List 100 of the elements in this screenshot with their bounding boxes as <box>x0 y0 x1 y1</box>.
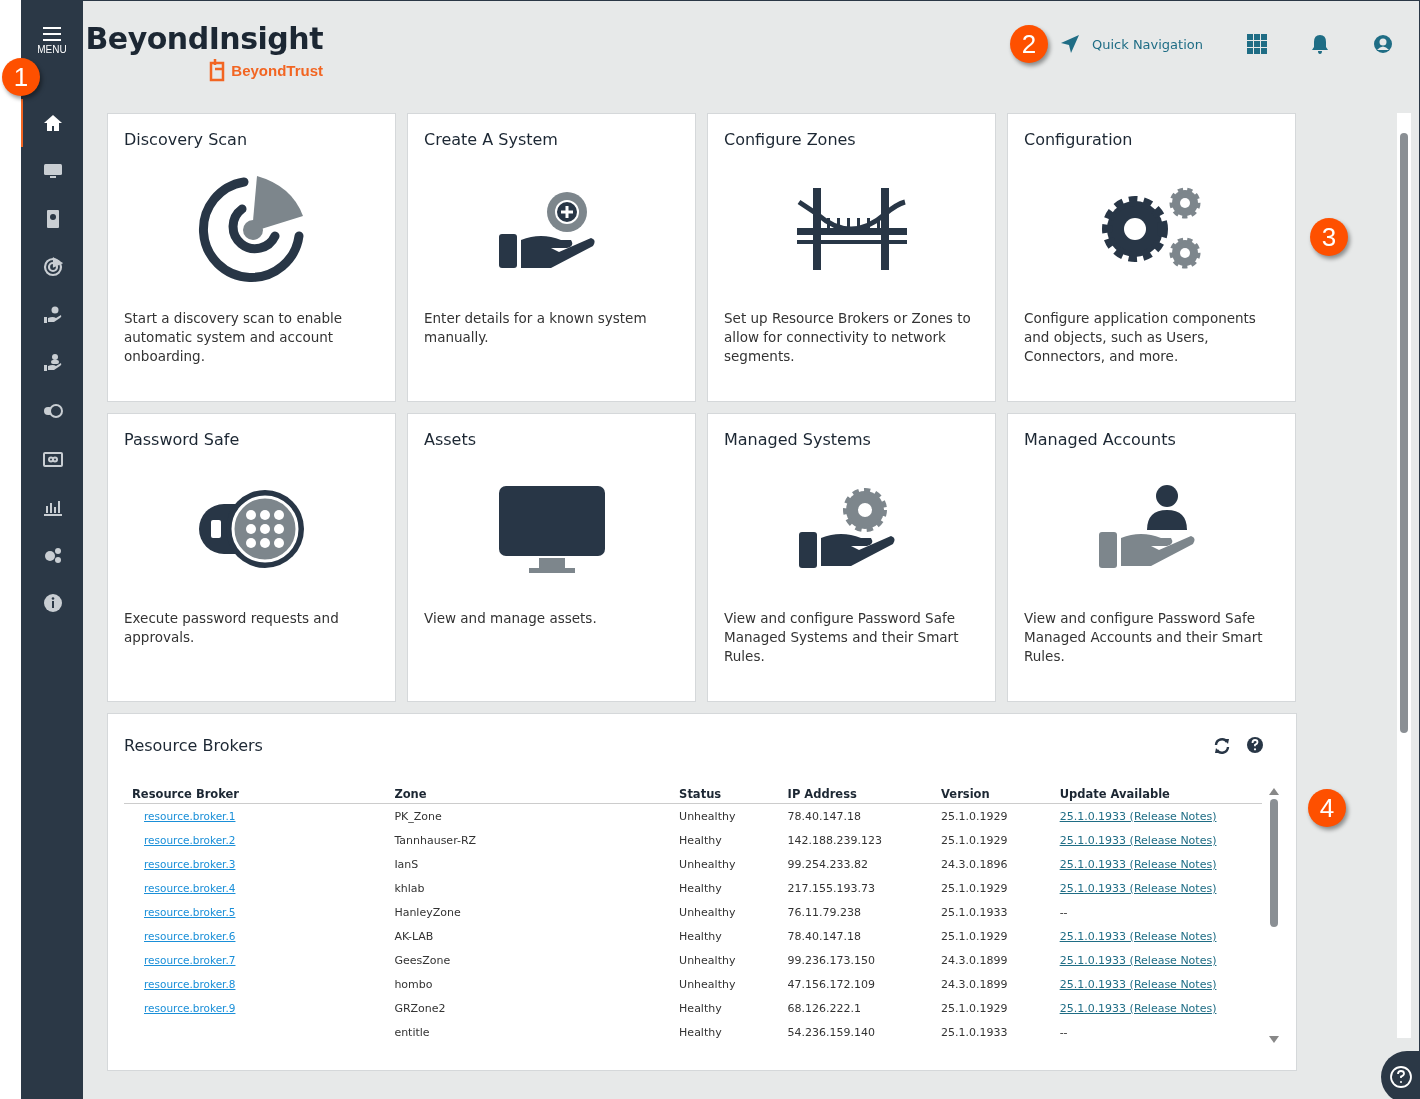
monitor-icon <box>43 161 63 181</box>
feature-card[interactable]: Assets View and manage assets. <box>407 413 696 702</box>
help-button[interactable] <box>1247 736 1263 755</box>
quick-navigation-link[interactable]: Quick Navigation <box>1060 34 1203 54</box>
card-description: Configure application components and objects, such as Users, Connectors, and more. <box>1024 309 1257 366</box>
card-description: Enter details for a known system manually. <box>424 309 648 347</box>
release-notes-link[interactable]: 25.1.0.1933 (Release Notes) <box>1059 1001 1217 1015</box>
broker-link[interactable]: resource.broker.1 <box>132 809 236 822</box>
table-cell-text: 99.254.233.82 <box>786 856 870 873</box>
monitor-icon <box>496 484 607 574</box>
table-cell-text: AK-LAB <box>393 928 435 945</box>
table-cell-text: 217.155.193.73 <box>786 880 877 897</box>
column-header: Resource Broker <box>124 787 387 804</box>
release-notes-link[interactable]: 25.1.0.1933 (Release Notes) <box>1059 881 1217 895</box>
broker-link[interactable]: resource.broker.5 <box>132 905 236 918</box>
release-notes-link[interactable]: 25.1.0.1933 (Release Notes) <box>1059 857 1217 871</box>
broker-link[interactable]: resource.broker.6 <box>132 929 236 942</box>
column-header: Zone <box>386 787 672 804</box>
apps-grid-button[interactable] <box>1247 34 1267 54</box>
navigation-arrow-icon <box>1060 34 1080 54</box>
hand-gear-icon <box>43 305 63 325</box>
table-cell-text: IanS <box>393 856 420 873</box>
table-cell-text: 24.3.0.1899 <box>940 952 1009 969</box>
feature-card[interactable]: Discovery Scan Start a discovery scan to enable automatic system and account onboarding. <box>107 113 396 402</box>
release-notes-link[interactable]: 25.1.0.1933 (Release Notes) <box>1059 977 1217 991</box>
table-cell-text: 24.3.0.1896 <box>940 856 1009 873</box>
scroll-down-icon[interactable] <box>1269 1036 1279 1044</box>
card-title: Password Safe <box>124 430 241 449</box>
refresh-button[interactable] <box>1213 736 1231 755</box>
card-description: View and configure Password Safe Managed Accounts and their Smart Rules. <box>1024 609 1264 666</box>
card-title: Managed Systems <box>724 430 872 449</box>
table-cell: Unhealthy <box>671 803 780 828</box>
table-cell-text: Healthy <box>678 880 723 897</box>
table-cell-text: Unhealthy <box>678 952 737 969</box>
feature-card[interactable]: Configure Zones Set up Resource Brokers or Zones to allow for connectivity to network segments. <box>707 113 996 402</box>
feature-card[interactable]: Managed Accounts View and configure Password Safe Managed Accounts and their Smart Rules. <box>1007 413 1296 702</box>
release-notes-link[interactable]: 25.1.0.1933 (Release Notes) <box>1059 833 1217 847</box>
table-cell-text: Unhealthy <box>678 856 737 873</box>
table-cell-text: 78.40.147.18 <box>786 928 863 945</box>
table-cell-text: khlab <box>393 880 426 897</box>
feature-card[interactable]: Password Safe Execute password requests and approvals. <box>107 413 396 702</box>
table-cell-text: 25.1.0.1929 <box>940 832 1009 849</box>
broker-link[interactable]: resource.broker.4 <box>132 881 236 894</box>
bell-icon <box>1311 34 1329 54</box>
table-cell-text: 99.236.173.150 <box>786 952 877 969</box>
help-chat-icon <box>1389 1065 1413 1089</box>
feature-card[interactable]: Configuration Configure application components and objects, such as Users, Connectors, and more. <box>1007 113 1296 402</box>
column-header: Status <box>671 787 780 804</box>
table-cell-text: -- <box>1058 904 1069 921</box>
table-cell-text: 54.236.159.140 <box>786 1024 877 1041</box>
page-scrollbar[interactable] <box>1397 113 1411 1038</box>
table-cell-text: GRZone2 <box>393 1000 447 1017</box>
column-header: Update Available <box>1051 787 1262 804</box>
menu-button[interactable]: MENU <box>37 26 67 55</box>
panel-title: Resource Brokers <box>124 736 263 755</box>
column-header: IP Address <box>779 787 934 804</box>
broker-link[interactable]: resource.broker.3 <box>132 857 236 870</box>
table-cell-text: 25.1.0.1929 <box>940 880 1009 897</box>
home-icon <box>43 113 63 133</box>
safe-icon <box>196 488 307 570</box>
broker-link[interactable]: resource.broker.9 <box>132 1001 236 1014</box>
notifications-button[interactable] <box>1311 34 1329 54</box>
table-cell-text: Unhealthy <box>678 904 737 921</box>
table-cell: PK_Zone <box>386 803 672 828</box>
table-cell-text: 142.188.239.123 <box>786 832 884 849</box>
info-icon <box>43 593 63 613</box>
table-cell-text: Healthy <box>678 832 723 849</box>
broker-link[interactable]: resource.broker.8 <box>132 977 236 990</box>
table-cell-text: Unhealthy <box>678 976 737 993</box>
card-description: View and configure Password Safe Managed Systems and their Smart Rules. <box>724 609 960 666</box>
table-cell-text: -- <box>1058 1024 1069 1041</box>
release-notes-link[interactable]: 25.1.0.1933 (Release Notes) <box>1059 809 1217 823</box>
vault-icon <box>43 449 63 469</box>
radar-icon <box>43 257 63 277</box>
callout-marker: 1 <box>2 58 40 96</box>
table-cell-text: 25.1.0.1933 <box>940 904 1009 921</box>
table-cell: 78.40.147.18 <box>779 803 934 828</box>
release-notes-link[interactable]: 25.1.0.1933 (Release Notes) <box>1059 929 1217 943</box>
table-cell-text: Healthy <box>678 1024 723 1041</box>
feature-card[interactable]: Create A System Enter details for a known system manually. <box>407 113 696 402</box>
card-title: Assets <box>424 430 478 449</box>
broker-link[interactable]: resource.broker.7 <box>132 953 236 966</box>
user-account-button[interactable] <box>1373 34 1393 54</box>
table-cell-text: Healthy <box>678 928 723 945</box>
release-notes-link[interactable]: 25.1.0.1933 (Release Notes) <box>1059 953 1217 967</box>
menu-icon <box>42 26 62 42</box>
app-title: BeyondInsight <box>85 21 323 56</box>
card-title: Managed Accounts <box>1024 430 1177 449</box>
table-scrollbar[interactable] <box>1268 787 1280 1044</box>
card-title: Discovery Scan <box>124 130 249 149</box>
help-chat-button[interactable] <box>1381 1051 1420 1099</box>
table-cell-text: 68.126.222.1 <box>786 1000 863 1017</box>
card-title: Configure Zones <box>724 130 857 149</box>
scroll-up-icon[interactable] <box>1269 787 1279 795</box>
refresh-icon <box>1213 736 1231 755</box>
table-cell-text: entitle <box>393 1024 431 1041</box>
table-cell-text: 76.11.79.238 <box>786 904 863 921</box>
broker-link[interactable]: resource.broker.2 <box>132 833 236 846</box>
feature-card[interactable]: Managed Systems View and configure Password Safe Managed Systems and their Smart Rules. <box>707 413 996 702</box>
table-cell-text: 47.156.172.109 <box>786 976 877 993</box>
